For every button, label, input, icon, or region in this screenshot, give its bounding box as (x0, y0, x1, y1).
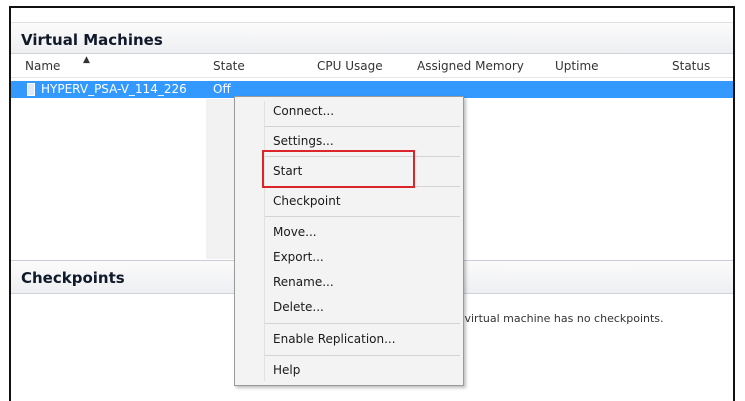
menu-item-enable-replication[interactable]: Enable Replication... (273, 332, 396, 346)
virtual-machine-icon (27, 83, 35, 96)
menu-separator (265, 126, 460, 127)
menu-gutter (264, 101, 265, 381)
menu-item-help[interactable]: Help (273, 363, 300, 377)
menu-separator (265, 355, 460, 356)
menu-separator (265, 323, 460, 324)
virtual-machines-header: Virtual Machines (11, 22, 733, 54)
vm-column-headers: Name ▲ State CPU Usage Assigned Memory U… (11, 55, 733, 78)
menu-item-connect[interactable]: Connect... (273, 104, 334, 118)
column-header-assigned-memory[interactable]: Assigned Memory (417, 59, 524, 73)
start-highlight-box (262, 150, 415, 188)
column-header-state[interactable]: State (213, 59, 245, 73)
menu-separator (265, 216, 460, 217)
menu-item-export[interactable]: Export... (273, 250, 324, 264)
column-header-status[interactable]: Status (672, 59, 710, 73)
checkpoints-title: Checkpoints (21, 269, 125, 287)
virtual-machines-title: Virtual Machines (21, 31, 163, 49)
menu-item-checkpoint[interactable]: Checkpoint (273, 194, 341, 208)
menu-item-rename[interactable]: Rename... (273, 275, 334, 289)
vm-context-menu: Connect... Settings... Start Checkpoint … (234, 96, 464, 386)
sort-ascending-icon: ▲ (83, 55, 90, 65)
menu-item-delete[interactable]: Delete... (273, 300, 324, 314)
menu-item-settings[interactable]: Settings... (273, 134, 334, 148)
vm-name: HYPERV_PSA-V_114_226 (41, 82, 187, 96)
vm-state: Off (213, 82, 231, 96)
state-column-shade (206, 99, 234, 259)
checkpoints-empty-message: d virtual machine has no checkpoints. (454, 312, 664, 325)
column-header-uptime[interactable]: Uptime (555, 59, 599, 73)
column-header-cpu-usage[interactable]: CPU Usage (317, 59, 383, 73)
menu-item-move[interactable]: Move... (273, 225, 317, 239)
column-header-name[interactable]: Name (25, 59, 60, 73)
